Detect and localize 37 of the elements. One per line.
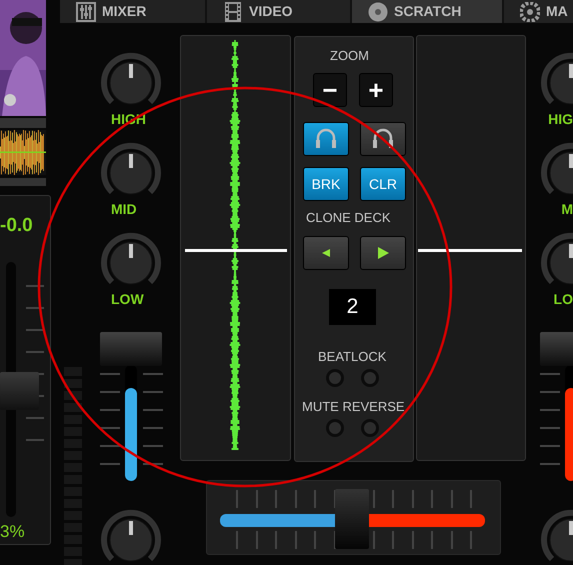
knob-label: M	[561, 200, 573, 219]
knob-label: HIG	[548, 110, 573, 129]
crossfader-thumb[interactable]	[334, 489, 369, 549]
tab[interactable]: VIDEO	[207, 0, 352, 23]
pitch-percent: 3%	[0, 521, 25, 543]
knob-label: LO	[554, 290, 573, 309]
waveform-drawing	[0, 130, 46, 175]
tab[interactable]: MIXER	[60, 0, 207, 23]
mixer-icon	[76, 2, 96, 22]
toggle-button[interactable]: BRK	[303, 167, 349, 201]
tab[interactable]: MA	[504, 0, 573, 23]
toggle-button[interactable]: CLR	[360, 167, 406, 201]
deck-bar	[0, 178, 46, 186]
led-label: BEATLOCK	[318, 348, 386, 366]
film-icon	[223, 2, 243, 22]
arrow-button[interactable]	[360, 236, 406, 270]
arrow-button[interactable]	[303, 236, 349, 270]
zoom-label: ZOOM	[330, 47, 369, 65]
headphones-icon	[313, 127, 339, 151]
play-icon	[376, 246, 390, 260]
slider-thumb[interactable]	[0, 372, 39, 410]
fader-handle[interactable]	[100, 332, 162, 366]
knob-label: MID	[111, 200, 137, 219]
knob-label: LOW	[111, 290, 144, 309]
zoom-button[interactable]: −	[313, 73, 347, 107]
gear-icon	[520, 2, 540, 22]
pitch-reading: -0.0	[0, 214, 33, 238]
clone-deck-label: CLONE DECK	[306, 209, 391, 227]
led-label: MUTE REVERSE	[302, 398, 405, 416]
disc-icon	[368, 2, 388, 22]
deck-number: 2	[329, 289, 376, 325]
headphone-button[interactable]	[303, 122, 349, 156]
tab[interactable]: SCRATCH	[352, 0, 504, 23]
headphones-icon	[370, 127, 396, 151]
deck-bar	[0, 118, 46, 128]
headphone-button[interactable]	[360, 122, 406, 156]
zoom-button[interactable]: +	[359, 73, 393, 107]
